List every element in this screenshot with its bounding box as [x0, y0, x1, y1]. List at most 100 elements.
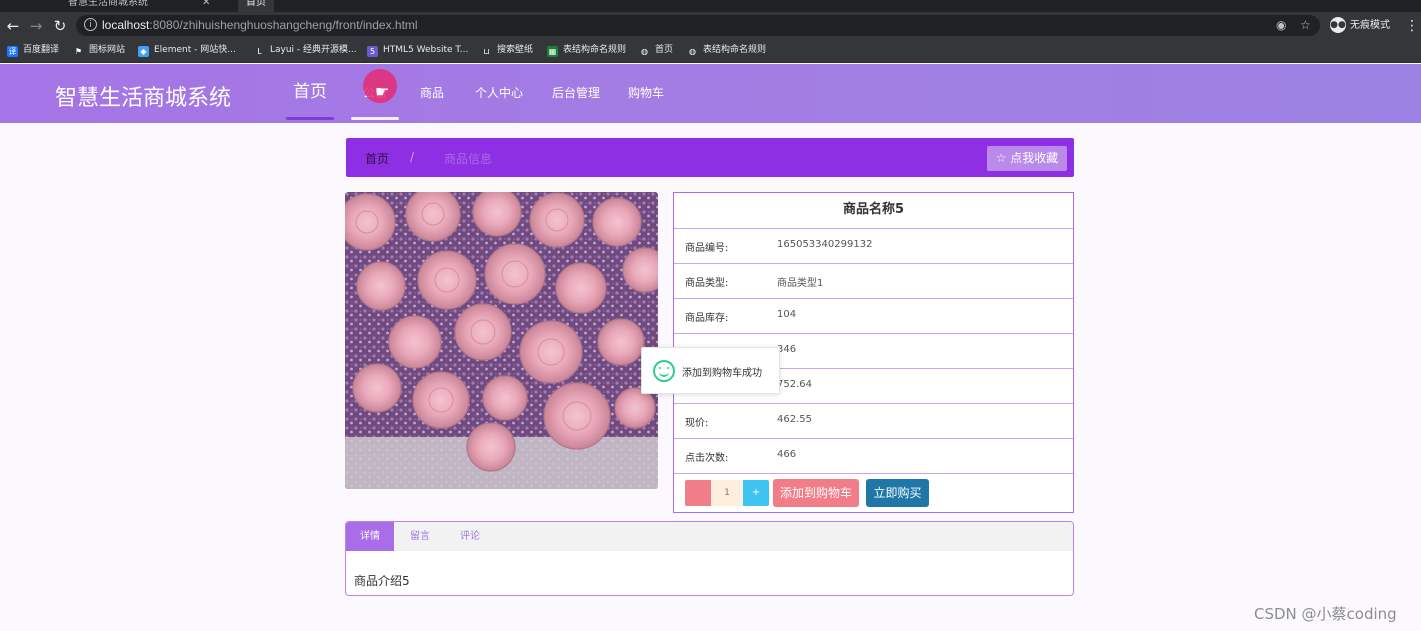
star-icon[interactable]: ☆: [1300, 18, 1311, 32]
product-tabs-panel: 详情 留言 评论 商品介绍5: [345, 521, 1074, 596]
purchase-actions: 1 + 添加到购物车 立即购买: [674, 473, 1073, 513]
menu-icon[interactable]: ⋮: [1405, 18, 1419, 34]
globe-icon: ◍: [641, 47, 648, 56]
rose-bouquet-image: [345, 192, 658, 489]
buy-now-button[interactable]: 立即购买: [866, 479, 929, 507]
bookmark-label: Layui - 经典开源模...: [270, 45, 357, 55]
bookmark-item[interactable]: ⊔ 搜索壁纸: [481, 44, 533, 57]
nav-hover-indicator: [351, 117, 399, 120]
nav-personal-center[interactable]: 个人中心: [475, 64, 523, 120]
quantity-input[interactable]: 1: [711, 480, 743, 506]
nav-home[interactable]: 首页: [286, 64, 334, 120]
tab-messages[interactable]: 留言: [398, 522, 442, 551]
site-brand[interactable]: 智慧生活商城系统: [55, 80, 231, 112]
tabs-header: 详情 留言 评论: [346, 522, 1073, 551]
breadcrumb: 首页 / 商品信息 ☆ 点我收藏: [346, 138, 1074, 177]
detail-value: 462.55: [777, 414, 812, 425]
nav-active-indicator: [286, 117, 334, 120]
close-icon[interactable]: ✕: [202, 0, 210, 8]
favorite-button[interactable]: ☆ 点我收藏: [987, 146, 1067, 171]
detail-row: 商品类型: 商品类型1: [674, 264, 1073, 299]
site-header: 智慧生活商城系统 首页 公告 商品 个人中心 后台管理 购物车: [0, 64, 1421, 123]
nav-cart[interactable]: 购物车: [628, 64, 664, 120]
breadcrumb-home[interactable]: 首页: [365, 150, 389, 167]
detail-label: 商品类型:: [685, 278, 729, 289]
detail-label: 商品库存:: [685, 313, 729, 324]
tab-details[interactable]: 详情: [346, 522, 394, 551]
detail-value: 104: [777, 309, 797, 320]
element-icon: ◆: [138, 46, 149, 57]
bookmark-label: 图标网站: [89, 45, 126, 55]
browser-tab-active[interactable]: 首页: [238, 0, 274, 12]
nav-products[interactable]: 商品: [420, 64, 444, 120]
nav-admin[interactable]: 后台管理: [552, 64, 600, 120]
detail-label: 商品编号:: [685, 243, 729, 254]
sheet-icon: ▦: [547, 46, 558, 57]
quantity-decrease-button[interactable]: [685, 480, 711, 506]
url-text[interactable]: localhost:8080/zhihuishenghuoshangcheng/…: [102, 18, 418, 32]
tab-title: 智慧生活商城系统: [68, 0, 148, 8]
layui-icon: L: [257, 47, 262, 56]
back-arrow-icon[interactable]: ←: [4, 17, 22, 35]
bookmark-label: 百度翻译: [23, 45, 60, 55]
bookmark-item[interactable]: 5 HTML5 Website T...: [367, 44, 468, 57]
info-icon[interactable]: i: [84, 18, 97, 31]
bookmark-label: 首页: [655, 45, 674, 55]
tab-content: 商品介绍5: [354, 574, 410, 588]
bookmark-label: Element - 网站快...: [154, 45, 236, 55]
detail-value: 752.64: [777, 379, 812, 390]
incognito-indicator[interactable]: ●● 无痕模式: [1330, 17, 1390, 35]
globe-icon: ◍: [689, 47, 696, 56]
detail-value: 商品类型1: [777, 278, 824, 289]
forward-arrow-icon[interactable]: →: [27, 17, 45, 35]
detail-value: 466: [777, 449, 797, 460]
smile-icon: [653, 360, 675, 382]
bookmark-item[interactable]: ⚑ 图标网站: [73, 44, 125, 57]
detail-label: 点击次数:: [685, 453, 729, 464]
tab-comments[interactable]: 评论: [448, 522, 492, 551]
product-name: 商品名称5: [674, 193, 1073, 229]
bookmark-label: 表结构命名规则: [703, 45, 767, 55]
watermark: CSDN @小蔡coding: [1254, 605, 1397, 623]
bookmark-item[interactable]: ◆ Element - 网站快...: [138, 44, 236, 57]
breadcrumb-current: 商品信息: [444, 152, 493, 166]
detail-label: 现价:: [685, 418, 709, 429]
bookmark-item[interactable]: ◍ 表结构命名规则: [687, 44, 766, 57]
bookmarks-bar: 译百度翻译 ⚑ 图标网站 ◆ Element - 网站快... L Layui - 经…: [0, 39, 1421, 63]
bookmark-label: 表结构命名规则: [563, 45, 627, 55]
bookmark-item[interactable]: ◍ 首页: [639, 44, 673, 57]
flag-icon: ⚑: [74, 47, 83, 56]
bookmark-icon: ⊔: [483, 47, 490, 56]
reload-icon[interactable]: ↻: [51, 17, 69, 35]
browser-tab-strip: 智慧生活商城系统 ✕ 首页: [0, 0, 1421, 12]
hand-cursor-icon: ☛: [375, 82, 390, 101]
eye-off-icon[interactable]: ◉: [1276, 18, 1286, 32]
detail-row: 现价: 462.55: [674, 404, 1073, 439]
detail-row: 点击次数: 466: [674, 439, 1073, 474]
tab-title: 首页: [246, 0, 266, 8]
success-toast: 添加到购物车成功: [641, 347, 780, 394]
incognito-label: 无痕模式: [1350, 20, 1390, 31]
nav-label: 首页: [293, 82, 327, 102]
product-image: [345, 192, 658, 489]
translate-icon: 译: [7, 46, 18, 57]
url-path: :8080/zhihuishenghuoshangcheng/front/ind…: [149, 18, 418, 32]
bookmark-item[interactable]: 译百度翻译: [7, 44, 59, 57]
quantity-increase-button[interactable]: +: [743, 480, 769, 506]
bookmark-label: HTML5 Website T...: [383, 45, 469, 55]
breadcrumb-separator: /: [410, 150, 415, 164]
bookmark-item[interactable]: L Layui - 经典开源模...: [254, 44, 357, 57]
browser-tab[interactable]: 智慧生活商城系统 ✕: [60, 0, 218, 12]
url-host: localhost: [102, 18, 150, 32]
html5-icon: 5: [367, 46, 378, 57]
detail-row: 商品编号: 165053340299132: [674, 229, 1073, 264]
browser-toolbar: ← → ↻ i localhost:8080/zhihuishenghuosha…: [0, 12, 1421, 39]
incognito-icon: ●●: [1330, 17, 1346, 33]
address-bar[interactable]: i localhost:8080/zhihuishenghuoshangchen…: [76, 15, 1320, 36]
detail-value: 165053340299132: [777, 239, 873, 250]
detail-row: 商品库存: 104: [674, 299, 1073, 334]
toast-message: 添加到购物车成功: [682, 368, 762, 379]
add-to-cart-button[interactable]: 添加到购物车: [773, 479, 859, 507]
bookmark-item[interactable]: ▦ 表结构命名规则: [547, 44, 626, 57]
bookmark-label: 搜索壁纸: [497, 45, 534, 55]
